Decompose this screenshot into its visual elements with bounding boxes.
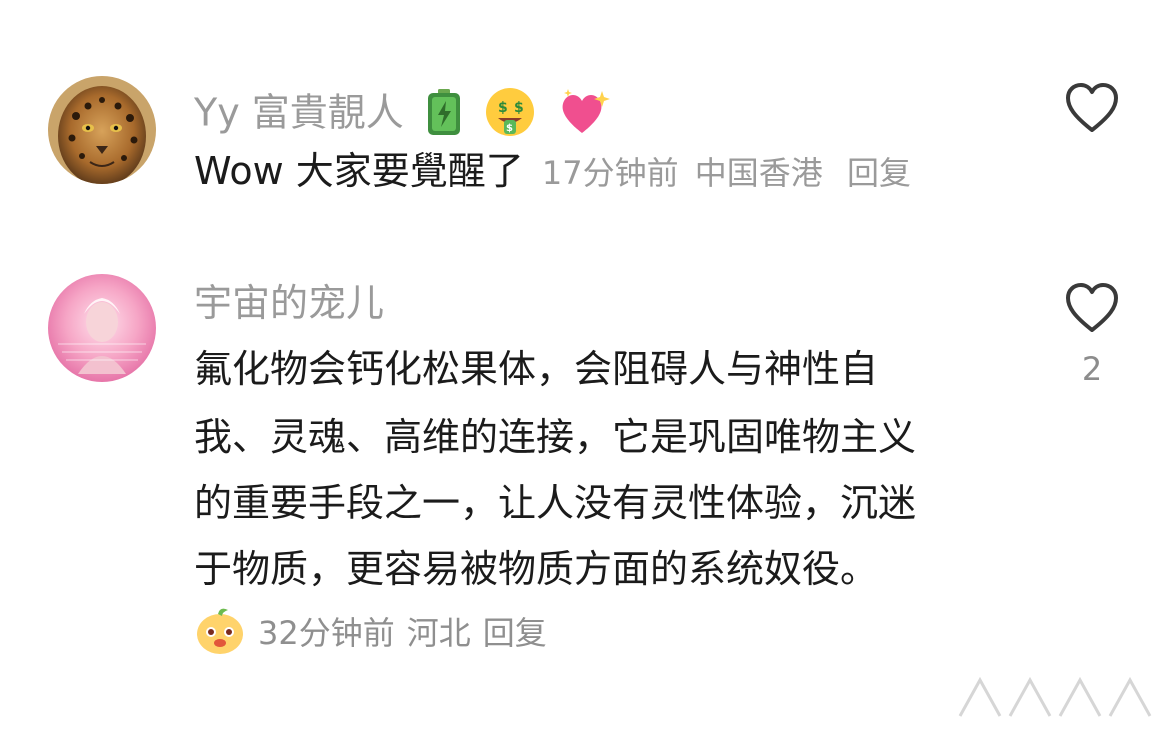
- sparkling-heart-icon: [558, 87, 612, 143]
- avatar[interactable]: [48, 274, 156, 382]
- like-button[interactable]: [1062, 80, 1122, 136]
- svg-text:$: $: [514, 100, 524, 116]
- comment-text: Wow 大家要覺醒了: [194, 149, 524, 193]
- reply-button[interactable]: 回复: [483, 608, 547, 654]
- comment-time: 17分钟前: [541, 154, 679, 192]
- battery-icon: [426, 89, 462, 141]
- comment-location: 河北: [406, 614, 471, 652]
- money-mouth-icon: $ $ $: [484, 86, 536, 144]
- heart-outline-icon: [1066, 283, 1118, 332]
- watermark: [940, 666, 1170, 726]
- svg-text:$: $: [506, 123, 513, 134]
- username[interactable]: Yy 富貴靚人 $ $ $: [194, 86, 612, 144]
- comment-body: Wow 大家要覺醒了 17分钟前 中国香港 回复: [194, 152, 911, 190]
- leopard-avatar-image: [48, 76, 156, 184]
- like-count: 2: [1081, 350, 1103, 388]
- comment-text-line: 的重要手段之一，让人没有灵性体验，沉迷: [194, 481, 917, 525]
- comment-text-line: 氟化物会钙化松果体，会阻碍人与神性自: [194, 347, 879, 391]
- avatar[interactable]: [48, 76, 156, 184]
- comment-text-line: 我、灵魂、高维的连接，它是巩固唯物主义: [194, 415, 917, 459]
- sticker-icon: [197, 608, 243, 654]
- svg-text:$: $: [498, 100, 508, 116]
- comment-location: 中国香港: [694, 154, 823, 192]
- portrait-avatar-image: [48, 274, 156, 382]
- username[interactable]: 宇宙的宠儿: [194, 284, 384, 322]
- comment-meta: 32分钟前 河北 回复: [194, 606, 547, 656]
- comment-time: 32分钟前: [258, 614, 395, 652]
- reply-button[interactable]: 回复: [847, 154, 911, 192]
- comment-meta: 17分钟前 中国香港 回复: [536, 154, 911, 192]
- like-button[interactable]: [1062, 280, 1122, 336]
- heart-outline-icon: [1066, 83, 1118, 132]
- comment-text-line: 于物质，更容易被物质方面的系统奴役。: [194, 547, 879, 591]
